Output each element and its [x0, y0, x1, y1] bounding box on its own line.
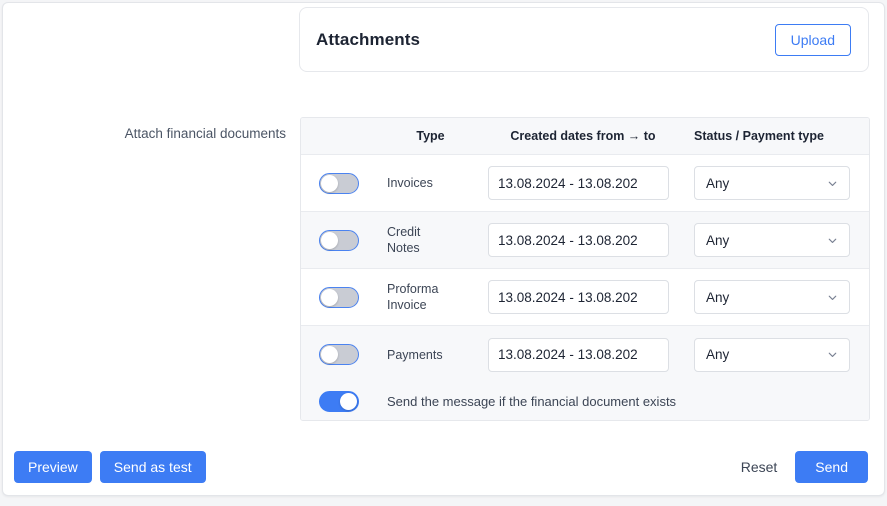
attach-financial-documents-label: Attach financial documents: [124, 126, 286, 141]
toggle-knob: [321, 288, 338, 306]
status-select-value: Any: [706, 232, 730, 248]
row-type-cell: Credit Notes: [387, 224, 488, 256]
row-type-label: Invoices: [387, 176, 433, 190]
table-row: Credit Notes 13.08.2024 - 13.08.202 Any: [301, 212, 869, 269]
row-type-cell: Invoices: [387, 175, 488, 191]
row-dates-cell: 13.08.2024 - 13.08.202: [488, 337, 694, 372]
reset-button[interactable]: Reset: [729, 450, 790, 484]
attachments-card: Attachments Upload: [299, 7, 869, 72]
row-type-label: Credit Notes: [387, 225, 421, 255]
chevron-down-icon: [826, 177, 839, 190]
chevron-down-icon: [826, 291, 839, 304]
status-select[interactable]: Any: [694, 280, 850, 314]
column-header-type: Type: [416, 129, 445, 143]
upload-button[interactable]: Upload: [774, 23, 851, 56]
chevron-down-icon: [826, 348, 839, 361]
status-select[interactable]: Any: [694, 223, 850, 257]
toggle-proforma-invoice[interactable]: [319, 286, 359, 308]
row-type-label: Proforma Invoice: [387, 282, 439, 312]
status-select-value: Any: [706, 175, 730, 191]
toggle-knob: [321, 174, 338, 192]
status-select-value: Any: [706, 289, 730, 305]
row-toggle-cell: [301, 229, 387, 251]
date-range-input[interactable]: 13.08.2024 - 13.08.202: [488, 280, 669, 314]
action-bar: Preview Send as test Reset Send: [2, 443, 885, 490]
row-dates-cell: 13.08.2024 - 13.08.202: [488, 166, 694, 200]
row-type-cell: Proforma Invoice: [387, 281, 488, 313]
row-toggle-cell: [301, 344, 387, 365]
toggle-credit-notes[interactable]: [319, 229, 359, 251]
row-type-cell: Payments: [387, 347, 488, 363]
row-status-cell: Any: [694, 280, 869, 314]
status-select[interactable]: Any: [694, 337, 850, 372]
row-toggle-cell: [301, 172, 387, 194]
row-dates-cell: 13.08.2024 - 13.08.202: [488, 223, 694, 257]
row-status-cell: Any: [694, 166, 869, 200]
toggle-knob: [321, 231, 338, 249]
table-row: Proforma Invoice 13.08.2024 - 13.08.202 An…: [301, 269, 869, 326]
status-select[interactable]: Any: [694, 166, 850, 200]
toggle-knob: [340, 393, 357, 410]
table-footer-row: Send the message if the financial docume…: [301, 383, 869, 420]
column-header-dates: Created dates from → to: [510, 129, 656, 143]
date-range-input[interactable]: 13.08.2024 - 13.08.202: [488, 337, 669, 372]
table-row: Invoices 13.08.2024 - 13.08.202 Any: [301, 155, 869, 212]
preview-button[interactable]: Preview: [14, 450, 92, 483]
send-button[interactable]: Send: [795, 450, 868, 483]
toggle-invoices[interactable]: [319, 172, 359, 194]
row-toggle-cell: [301, 286, 387, 308]
chevron-down-icon: [826, 234, 839, 247]
date-range-input[interactable]: 13.08.2024 - 13.08.202: [488, 166, 669, 200]
table-header-row: Type Created dates from → to Status / Pa…: [301, 118, 869, 155]
row-type-label: Payments: [387, 347, 443, 362]
row-status-cell: Any: [694, 223, 869, 257]
row-dates-cell: 13.08.2024 - 13.08.202: [488, 280, 694, 314]
toggle-send-if-document-exists[interactable]: [319, 391, 359, 412]
row-status-cell: Any: [694, 337, 869, 372]
attachments-table: Type Created dates from → to Status / Pa…: [300, 117, 870, 421]
toggle-payments[interactable]: [319, 344, 359, 365]
status-select-value: Any: [706, 347, 730, 362]
page-title: Attachments: [316, 29, 421, 49]
send-as-test-button[interactable]: Send as test: [99, 450, 206, 483]
app-root: Attachments Upload Attach financial docu…: [0, 0, 887, 506]
date-range-input[interactable]: 13.08.2024 - 13.08.202: [488, 223, 669, 257]
column-header-status: Status / Payment type: [694, 129, 824, 143]
toggle-knob: [321, 346, 338, 363]
footer-toggle-cell: [301, 391, 387, 412]
footer-label: Send the message if the financial docume…: [387, 394, 677, 409]
table-row: Payments 13.08.2024 - 13.08.202 Any: [301, 326, 869, 383]
